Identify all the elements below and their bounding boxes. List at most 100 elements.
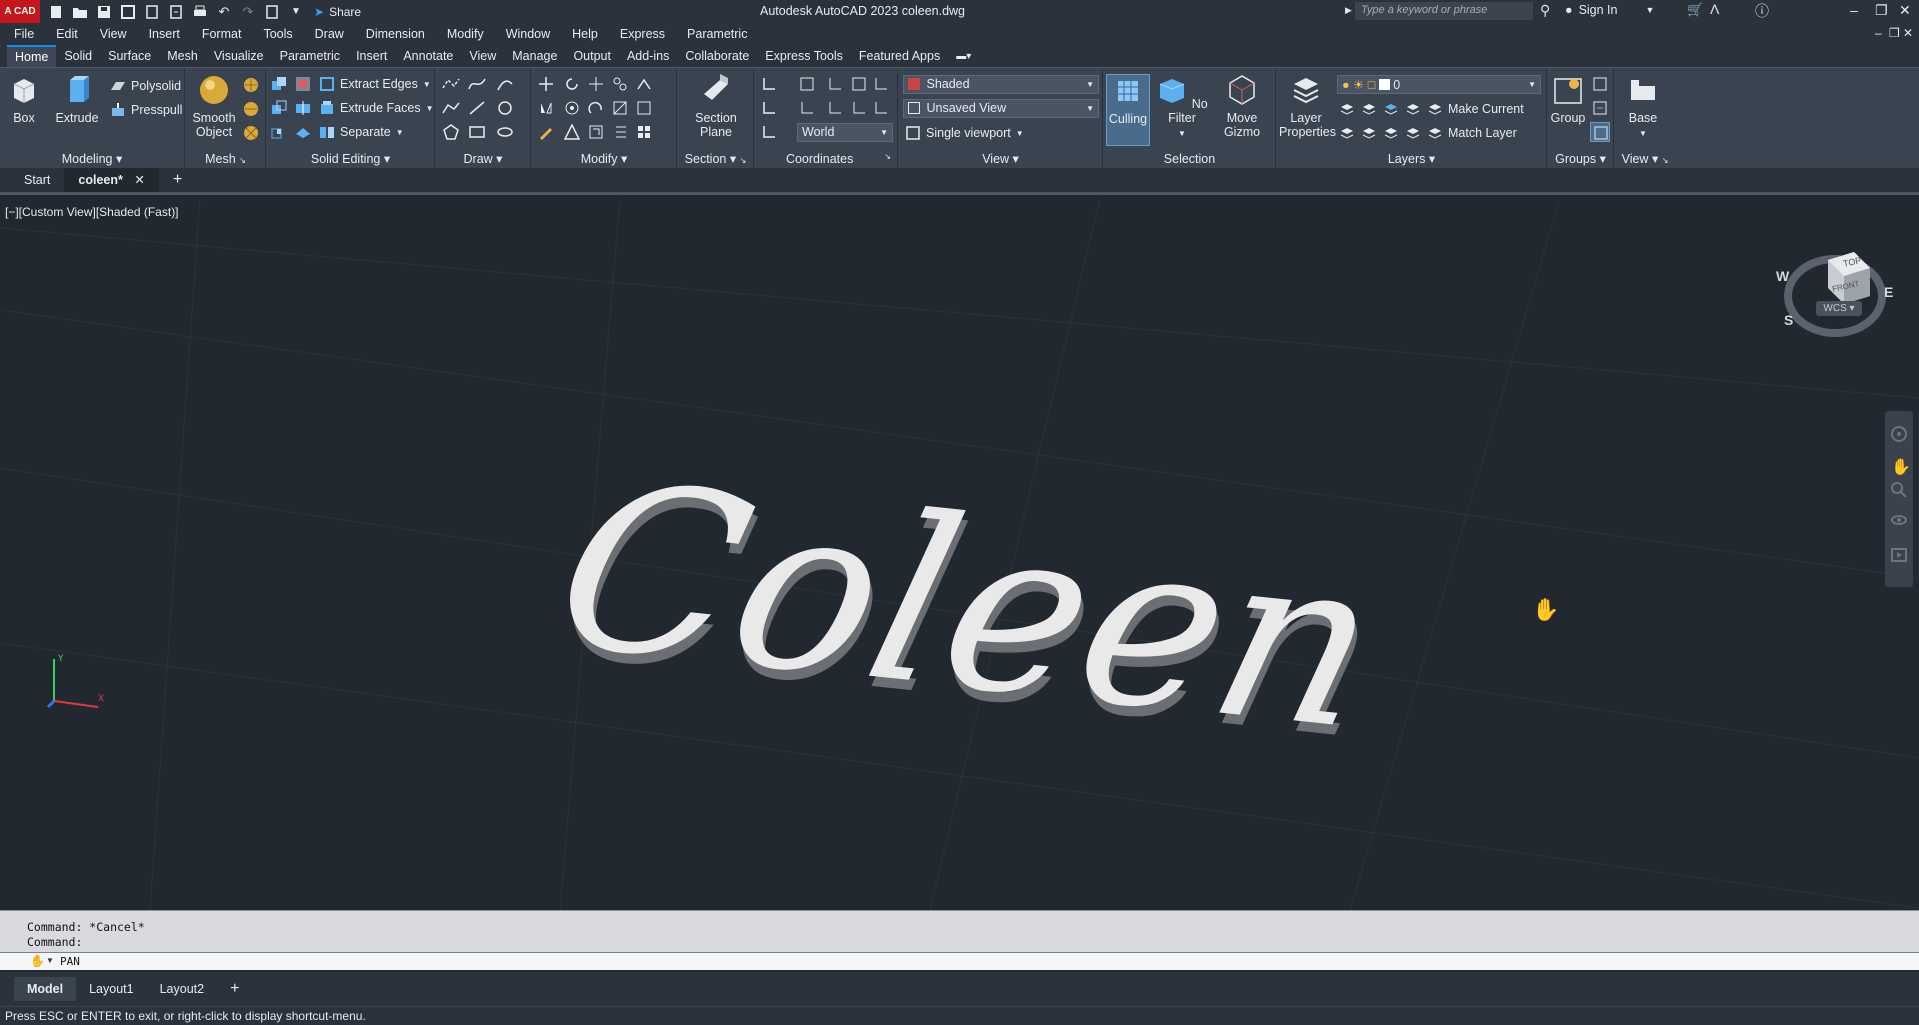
tab-visualize[interactable]: Visualize — [206, 46, 272, 66]
tab-annotate[interactable]: Annotate — [395, 46, 461, 66]
ucs-world-icon[interactable] — [799, 76, 815, 92]
scale-icon[interactable] — [612, 100, 628, 116]
line-icon[interactable] — [468, 100, 486, 116]
view-panel-label[interactable]: View ▾ — [899, 151, 1102, 166]
recent-commands-icon[interactable]: ▼ — [46, 956, 54, 965]
box-button[interactable]: Box — [6, 74, 42, 125]
copy-icon[interactable] — [612, 76, 628, 92]
ucs-view-icon[interactable] — [851, 76, 867, 92]
ucs-icon[interactable] — [761, 76, 785, 92]
tab-add-ins[interactable]: Add-ins — [619, 46, 677, 66]
presspull-button[interactable]: Presspull — [110, 102, 182, 118]
modify-panel-label[interactable]: Modify ▾ — [532, 151, 676, 166]
match-layer-button[interactable]: Match Layer — [1427, 125, 1517, 141]
command-input[interactable]: ✋ ▼ PAN — [0, 952, 1919, 970]
draw-panel-label[interactable]: Draw ▾ — [436, 151, 530, 166]
menu-format[interactable]: Format — [202, 27, 242, 41]
doc-close-icon[interactable]: ✕ — [1903, 26, 1913, 40]
arc-icon[interactable] — [496, 76, 514, 92]
interfere-icon[interactable] — [295, 76, 311, 92]
steering-wheel-icon[interactable] — [1890, 425, 1908, 443]
subtract-icon[interactable] — [271, 100, 287, 116]
menu-help[interactable]: Help — [572, 27, 598, 41]
layer-dropdown[interactable]: ● ☀ □ 0 ▼ — [1337, 75, 1541, 94]
named-view-dropdown[interactable]: Unsaved View ▼ — [903, 99, 1099, 118]
showmotion-icon[interactable] — [1890, 546, 1908, 564]
wcs-menu[interactable]: WCS ▾ — [1816, 301, 1862, 316]
layer-properties-button[interactable]: Layer Properties — [1279, 74, 1336, 139]
menu-insert[interactable]: Insert — [149, 27, 180, 41]
array-icon[interactable] — [636, 100, 652, 116]
rectangular-array-icon[interactable] — [636, 124, 652, 140]
tab-parametric[interactable]: Parametric — [272, 46, 348, 66]
erase-icon[interactable] — [636, 76, 652, 92]
ucs-named-icon[interactable] — [761, 100, 785, 116]
menu-file[interactable]: File — [14, 27, 34, 41]
menu-modify[interactable]: Modify — [447, 27, 484, 41]
polygon-icon[interactable] — [442, 124, 460, 140]
culling-button[interactable]: Culling — [1106, 74, 1150, 146]
solid-editing-panel-label[interactable]: Solid Editing ▾ — [267, 151, 434, 166]
tab-coleen[interactable]: coleen* ✕ — [64, 168, 159, 192]
circle-icon[interactable] — [496, 100, 514, 116]
mesh-smooth-more-icon[interactable] — [242, 76, 260, 94]
tab-solid[interactable]: Solid — [56, 46, 100, 66]
ucs-z-icon[interactable] — [851, 100, 867, 116]
extrude-button[interactable]: Extrude — [55, 74, 99, 125]
layer-lock-icon[interactable] — [1405, 101, 1421, 117]
ucs-3point-icon[interactable] — [799, 100, 815, 116]
tab-express-tools[interactable]: Express Tools — [757, 46, 851, 66]
redo-icon[interactable]: ↷ — [240, 4, 256, 20]
section-plane-button[interactable]: Section Plane — [688, 74, 744, 139]
intersect-icon[interactable] — [271, 124, 287, 140]
layer-unisolate-icon[interactable] — [1361, 125, 1377, 141]
polyline-icon[interactable] — [442, 76, 460, 92]
smooth-object-button[interactable]: Smooth Object — [190, 74, 238, 139]
tab-collaborate[interactable]: Collaborate — [677, 46, 757, 66]
sign-in-button[interactable]: ● Sign In ▼ — [1565, 3, 1654, 17]
mesh-smooth-less-icon[interactable] — [242, 100, 260, 118]
extract-edges-button[interactable]: Extract Edges ▼ — [319, 76, 431, 92]
cart-icon[interactable]: 🛒 — [1687, 2, 1703, 18]
rectangle-icon[interactable] — [468, 124, 486, 140]
move-icon[interactable] — [538, 76, 554, 92]
undo-icon[interactable]: ↶ — [216, 4, 232, 20]
tab-insert[interactable]: Insert — [348, 46, 395, 66]
group-selection-icon[interactable] — [1590, 122, 1610, 142]
make-current-button[interactable]: Make Current — [1427, 101, 1524, 117]
layer-freeze-icon[interactable] — [1383, 101, 1399, 117]
ucs-x-icon[interactable] — [827, 76, 843, 92]
separate-button[interactable]: Separate ▼ — [319, 124, 404, 140]
drawing-viewport[interactable]: [−][Custom View][Shaded (Fast)] Coleen C… — [0, 198, 1919, 910]
view-base-panel-label[interactable]: View ▾ ↘ — [1615, 151, 1675, 166]
orbit-icon[interactable] — [1890, 511, 1908, 529]
stretch-icon[interactable] — [588, 100, 604, 116]
compass-east[interactable]: E — [1884, 284, 1893, 300]
coleen-3d-model[interactable]: Coleen Coleen — [540, 478, 1440, 778]
new-file-icon[interactable] — [48, 4, 64, 20]
viewport-config-button[interactable]: Single viewport ▼ — [905, 125, 1024, 141]
ellipse-icon[interactable] — [496, 124, 514, 140]
menu-tools[interactable]: Tools — [263, 27, 292, 41]
mirror-icon[interactable] — [538, 100, 554, 116]
align-icon[interactable] — [588, 124, 604, 140]
spline-icon[interactable] — [468, 76, 486, 92]
layer-on-all-icon[interactable] — [1339, 125, 1355, 141]
ucs-y-icon[interactable] — [827, 100, 843, 116]
layer-thaw-all-icon[interactable] — [1383, 125, 1399, 141]
tab-manage[interactable]: Manage — [504, 46, 565, 66]
no-filter-button[interactable]: No Filter ▼ — [1156, 74, 1208, 141]
pan-icon[interactable]: ✋ — [1891, 457, 1911, 477]
viewport-controls-label[interactable]: [−][Custom View][Shaded (Fast)] — [5, 205, 179, 219]
polysolid-button[interactable]: Polysolid — [110, 78, 181, 94]
expand-search-icon[interactable]: ▶ — [1345, 5, 1352, 16]
save-icon[interactable] — [96, 4, 112, 20]
doc-restore-icon[interactable]: ❐ — [1889, 26, 1900, 40]
move-gizmo-button[interactable]: Move Gizmo — [1216, 74, 1268, 139]
menu-edit[interactable]: Edit — [56, 27, 78, 41]
ucs-object-icon[interactable] — [873, 100, 889, 116]
autocad-logo[interactable]: A CAD — [0, 0, 40, 23]
autodesk-app-icon[interactable]: Λ — [1710, 1, 1719, 17]
slice-icon[interactable] — [295, 100, 311, 116]
layer-off-icon[interactable] — [1339, 101, 1355, 117]
